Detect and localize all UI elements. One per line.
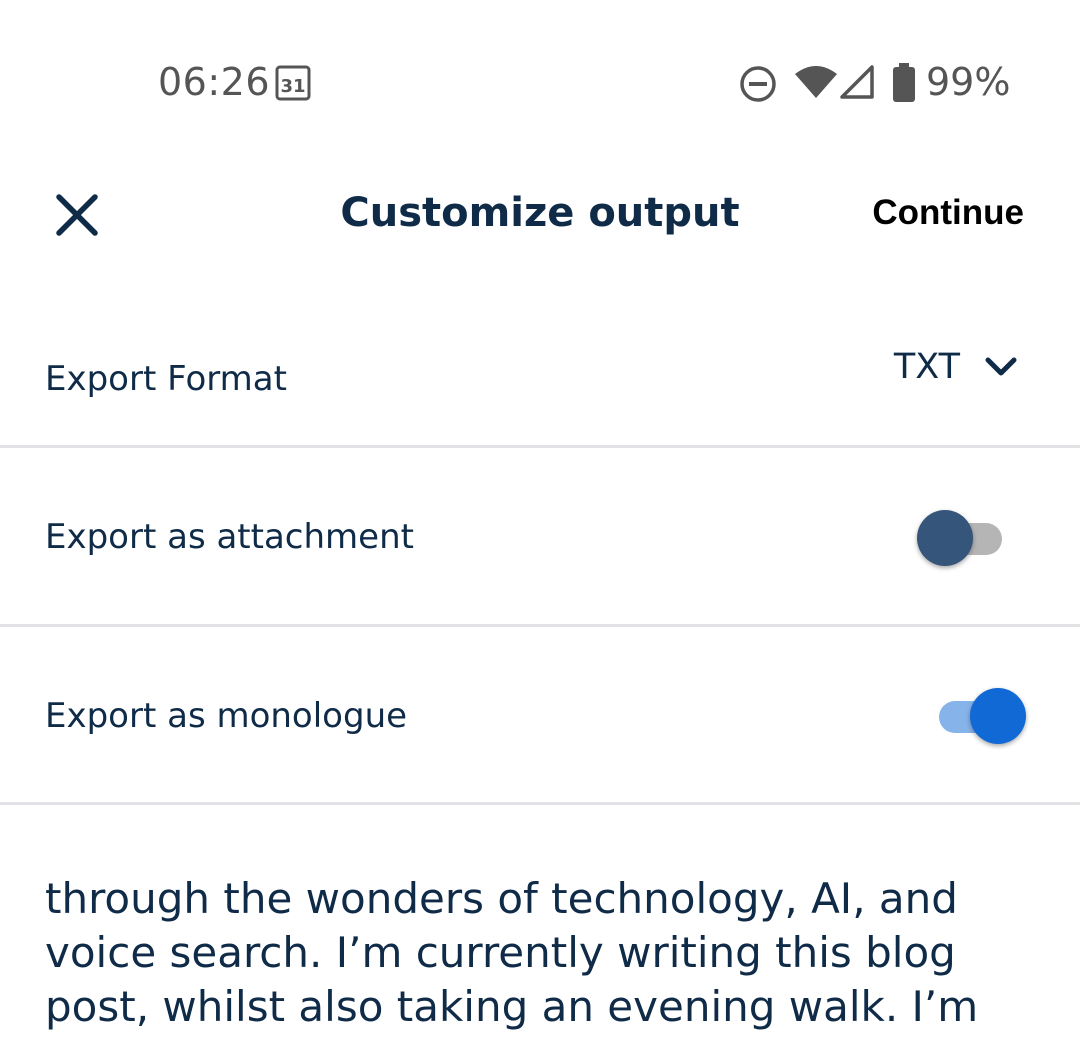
chevron-down-icon	[985, 357, 1017, 376]
svg-text:31: 31	[280, 76, 305, 97]
continue-button[interactable]: Continue	[872, 193, 1024, 233]
export-attachment-toggle[interactable]	[914, 508, 1006, 568]
export-format-label: Export Format	[45, 359, 287, 399]
wifi-icon	[795, 66, 837, 98]
signal-icon	[840, 65, 874, 99]
export-monologue-label: Export as monologue	[45, 696, 408, 736]
do-not-disturb-icon	[740, 66, 776, 102]
calendar-icon: 31	[275, 65, 311, 101]
export-format-dropdown[interactable]: TXT	[894, 345, 1018, 389]
battery-icon	[893, 63, 915, 102]
toggle-thumb	[917, 510, 973, 566]
battery-percent: 99%	[926, 60, 1011, 104]
export-attachment-label: Export as attachment	[45, 517, 414, 557]
transcript-preview: through the wonders of technology, AI, a…	[45, 874, 979, 1031]
export-monologue-toggle[interactable]	[936, 686, 1028, 746]
status-time: 06:26	[158, 60, 271, 104]
export-format-value: TXT	[893, 347, 960, 387]
toggle-thumb	[970, 688, 1026, 744]
